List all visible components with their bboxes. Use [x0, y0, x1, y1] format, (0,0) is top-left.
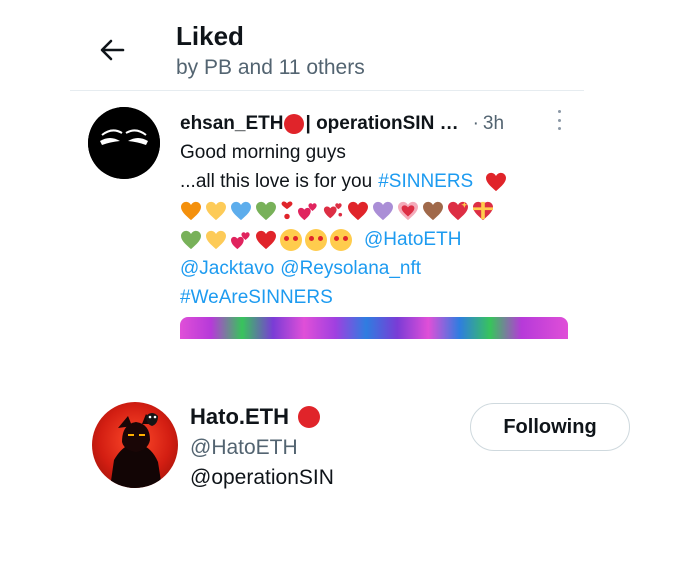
tweet-author-name-suffix[interactable]: | operationSIN … — [305, 113, 458, 135]
tweet-author-avatar[interactable] — [88, 107, 160, 179]
heart-exclamation-emoji-icon — [280, 200, 294, 221]
tweet-card[interactable]: ehsan_ETH | operationSIN … · 3h Good mor… — [84, 104, 584, 339]
heart-with-ribbon-emoji-icon — [472, 201, 494, 221]
green-heart-emoji-icon — [255, 201, 277, 221]
tweet-author-name[interactable]: ehsan_ETH — [180, 113, 283, 135]
tweet-text-line2: ...all this love is for you — [180, 171, 373, 192]
tweet-text-line1: Good morning guys — [180, 142, 346, 163]
emoji-row-2: @HatoETH — [180, 225, 580, 254]
yellow-heart-emoji-icon — [205, 230, 227, 250]
user-display-name[interactable]: Hato.ETH — [190, 404, 289, 430]
face-blowing-kiss-emoji-icon — [330, 228, 352, 251]
page-title: Liked — [176, 21, 244, 51]
mention-jacktavo-link[interactable]: @Jacktavo — [180, 254, 274, 283]
user-handle[interactable]: @HatoETH — [190, 436, 298, 460]
blue-heart-emoji-icon — [230, 201, 252, 221]
tweet-body: Good morning guys ...all this love is fo… — [180, 138, 580, 312]
avatar-glowing-eyes-image — [88, 107, 160, 179]
tweet-media-preview[interactable] — [180, 317, 568, 339]
mention-reysolana-link[interactable]: @Reysolana_nft — [280, 254, 421, 283]
two-hearts-emoji-icon — [230, 230, 252, 250]
sparkling-heart-emoji-icon — [447, 201, 469, 221]
yellow-heart-emoji-icon — [205, 201, 227, 221]
red-circle-emoji-icon — [284, 114, 305, 134]
header-divider — [70, 90, 584, 91]
red-heart-emoji-icon — [485, 172, 507, 192]
user-avatar[interactable] — [92, 402, 178, 488]
user-bio: @operationSIN — [190, 466, 334, 489]
avatar-ninja-image — [110, 413, 162, 488]
emoji-row-1 — [180, 196, 580, 225]
page-subtitle: by PB and 11 others — [176, 56, 365, 79]
brown-heart-emoji-icon — [422, 201, 444, 221]
revolving-hearts-emoji-icon — [322, 201, 344, 221]
growing-heart-emoji-icon — [397, 201, 419, 221]
mention-hatoeth-link[interactable]: @HatoETH — [364, 225, 461, 254]
following-button[interactable]: Following — [470, 403, 630, 451]
tweet-timestamp[interactable]: 3h — [483, 113, 504, 135]
back-button[interactable] — [92, 30, 132, 70]
hashtag-sinners-link[interactable]: #SINNERS — [378, 167, 473, 196]
tweet-header: ehsan_ETH | operationSIN … · 3h — [180, 110, 570, 138]
orange-heart-emoji-icon — [180, 201, 202, 221]
red-heart-emoji-icon — [255, 230, 277, 250]
red-heart-emoji-icon — [347, 201, 369, 221]
purple-heart-emoji-icon — [372, 201, 394, 221]
user-name-row: Hato.ETH — [190, 404, 321, 430]
smiling-face-with-hearts-emoji-icon — [280, 228, 302, 251]
heart-eyes-emoji-icon — [305, 228, 327, 251]
hashtag-wearesinners-link[interactable]: #WeAreSINNERS — [180, 283, 333, 312]
red-circle-emoji-icon — [298, 406, 320, 428]
tweet-separator: · — [472, 113, 479, 134]
arrow-left-icon — [100, 39, 125, 61]
two-hearts-emoji-icon — [297, 201, 319, 221]
green-heart-emoji-icon — [180, 230, 202, 250]
more-vertical-icon[interactable] — [552, 108, 566, 132]
